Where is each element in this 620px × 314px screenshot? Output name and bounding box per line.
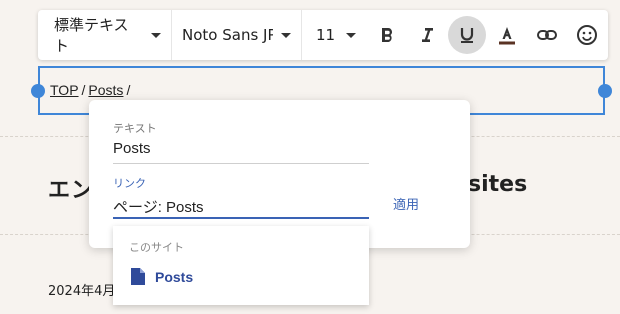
page-date: 2024年4月 <box>48 284 116 299</box>
link-icon <box>537 30 557 40</box>
breadcrumb-separator: / <box>126 82 131 98</box>
page-title-end: sites <box>468 172 528 197</box>
bold-button[interactable] <box>368 16 406 54</box>
breadcrumb-separator: / <box>81 82 86 98</box>
bold-icon <box>382 28 392 42</box>
italic-icon <box>422 28 433 42</box>
font-size-select[interactable]: 11 <box>302 10 366 60</box>
text-style-select[interactable]: 標準テキスト <box>38 10 172 60</box>
suggestions-header: このサイト <box>129 241 184 254</box>
chevron-down-icon <box>346 32 356 38</box>
text-color-button[interactable] <box>488 16 526 54</box>
link-field[interactable]: ページ: Posts <box>113 196 204 217</box>
apply-button[interactable]: 適用 <box>393 194 419 213</box>
text-field-underline <box>113 163 369 164</box>
text-field-label: テキスト <box>113 122 157 135</box>
breadcrumb-top-link[interactable]: TOP <box>50 82 79 98</box>
emoji-icon <box>577 25 597 45</box>
resize-handle-left[interactable] <box>31 84 45 98</box>
text-color-icon <box>499 27 515 45</box>
emoji-button[interactable] <box>568 16 606 54</box>
breadcrumb: TOP / Posts / <box>50 82 133 98</box>
font-family-select[interactable]: Noto Sans JP <box>172 10 302 60</box>
page-icon <box>131 268 145 285</box>
resize-handle-right[interactable] <box>598 84 612 98</box>
link-suggestions-dropdown: このサイト Posts <box>113 226 369 305</box>
chevron-down-icon <box>151 32 161 38</box>
underline-button[interactable] <box>448 16 486 54</box>
italic-button[interactable] <box>408 16 446 54</box>
font-family-value: Noto Sans JP <box>182 26 273 44</box>
link-button[interactable] <box>528 16 566 54</box>
breadcrumb-posts-link[interactable]: Posts <box>88 82 123 98</box>
suggestion-item-label: Posts <box>155 268 194 285</box>
link-field-underline <box>113 217 369 219</box>
page-title-start: エン <box>48 178 95 203</box>
text-field[interactable]: Posts <box>113 140 151 157</box>
formatting-toolbar: 標準テキスト Noto Sans JP 11 <box>38 10 608 60</box>
font-size-value: 11 <box>316 26 336 44</box>
link-field-label: リンク <box>113 177 146 190</box>
underline-icon <box>460 28 474 43</box>
suggestion-item[interactable]: Posts <box>131 268 193 285</box>
chevron-down-icon <box>281 32 291 38</box>
text-style-value: 標準テキスト <box>54 16 129 55</box>
